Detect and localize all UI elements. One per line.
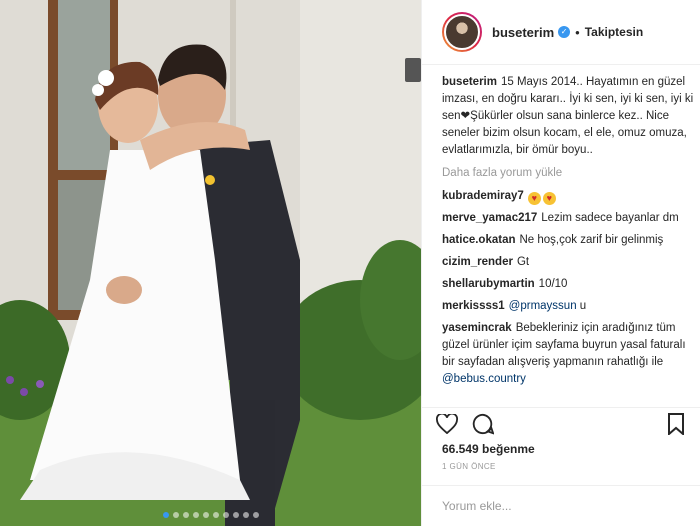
post-side-panel: buseterim ✓ • Takiptesin buseterim 15 May… bbox=[421, 0, 700, 526]
carousel-dot[interactable] bbox=[212, 512, 219, 518]
comment-item: hatice.okatan Ne hoş,çok zarif bir gelinm… bbox=[442, 232, 694, 249]
comment-text: Lezim sadece bayanlar dm bbox=[541, 212, 679, 224]
load-more-comments-link[interactable]: Daha fazla yorum yükle bbox=[442, 165, 694, 182]
heart-icon[interactable] bbox=[434, 411, 460, 437]
post-photo[interactable] bbox=[0, 0, 421, 526]
carousel-dot[interactable] bbox=[162, 512, 169, 518]
header-separator: • bbox=[575, 24, 580, 40]
comment-username[interactable]: yasemincrak bbox=[442, 322, 512, 334]
comment-username[interactable]: shellarubymartin bbox=[442, 278, 535, 290]
comment-username[interactable]: hatice.okatan bbox=[442, 234, 516, 246]
comment-item: merkissss1 @prmayssun u bbox=[442, 298, 694, 315]
follow-state-button[interactable]: Takiptesin bbox=[585, 25, 643, 39]
like-count[interactable]: 66.549 beğenme bbox=[442, 442, 535, 456]
comment-text: Ne hoş,çok zarif bir gelinmiş bbox=[519, 234, 664, 246]
header-username[interactable]: buseterim bbox=[492, 25, 554, 40]
comment-item: shellarubymartin 10/10 bbox=[442, 276, 694, 293]
wedding-photo-image bbox=[0, 0, 421, 526]
carousel-dot[interactable] bbox=[252, 512, 259, 518]
comment-username[interactable]: cizim_render bbox=[442, 256, 513, 268]
heart-eyes-emoji-icon: ♥ bbox=[527, 192, 541, 205]
carousel-dot[interactable] bbox=[192, 512, 199, 518]
carousel-dot[interactable] bbox=[242, 512, 249, 518]
verified-badge-icon: ✓ bbox=[558, 26, 571, 38]
comment-username[interactable]: kubrademiray7 bbox=[442, 190, 524, 202]
carousel-dot[interactable] bbox=[172, 512, 179, 518]
caption-username[interactable]: buseterim bbox=[442, 76, 497, 88]
comment-item: merve_yamac217 Lezim sadece bayanlar dm bbox=[442, 210, 694, 227]
action-bar bbox=[422, 407, 700, 439]
carousel-dot[interactable] bbox=[232, 512, 239, 518]
comment-item: kubrademiray7 ♥ ♥ bbox=[442, 188, 694, 205]
comments-list[interactable]: buseterim 15 Mayıs 2014.. Hayatımın en gü… bbox=[442, 74, 694, 406]
comment-text: 10/10 bbox=[538, 278, 568, 290]
carousel-dot[interactable] bbox=[222, 512, 229, 518]
post-header: buseterim ✓ • Takiptesin bbox=[422, 0, 700, 65]
comment-text: @prmayssun u bbox=[508, 300, 587, 312]
carousel-dot[interactable] bbox=[182, 512, 189, 518]
comment-text: Gt bbox=[516, 256, 530, 268]
add-comment-bar bbox=[422, 485, 700, 526]
avatar[interactable] bbox=[442, 12, 482, 52]
carousel-indicator bbox=[0, 512, 421, 518]
post-timestamp: 1 GÜN ÖNCE bbox=[442, 462, 496, 471]
caption-text: 15 Mayıs 2014.. Hayatımın en güzel imzas… bbox=[442, 76, 694, 156]
comment-input[interactable] bbox=[442, 499, 682, 513]
comment-icon[interactable] bbox=[470, 411, 496, 437]
heart-eyes-emoji-icon: ♥ bbox=[542, 192, 556, 205]
post-caption: buseterim 15 Mayıs 2014.. Hayatımın en gü… bbox=[442, 74, 694, 159]
comment-username[interactable]: merve_yamac217 bbox=[442, 212, 537, 224]
comment-item: cizim_render Gt bbox=[442, 254, 694, 271]
carousel-dot[interactable] bbox=[202, 512, 209, 518]
bookmark-icon[interactable] bbox=[663, 411, 689, 437]
comment-username[interactable]: merkissss1 bbox=[442, 300, 505, 312]
comment-item: yasemincrak Bebekleriniz için aradığınız … bbox=[442, 320, 694, 388]
